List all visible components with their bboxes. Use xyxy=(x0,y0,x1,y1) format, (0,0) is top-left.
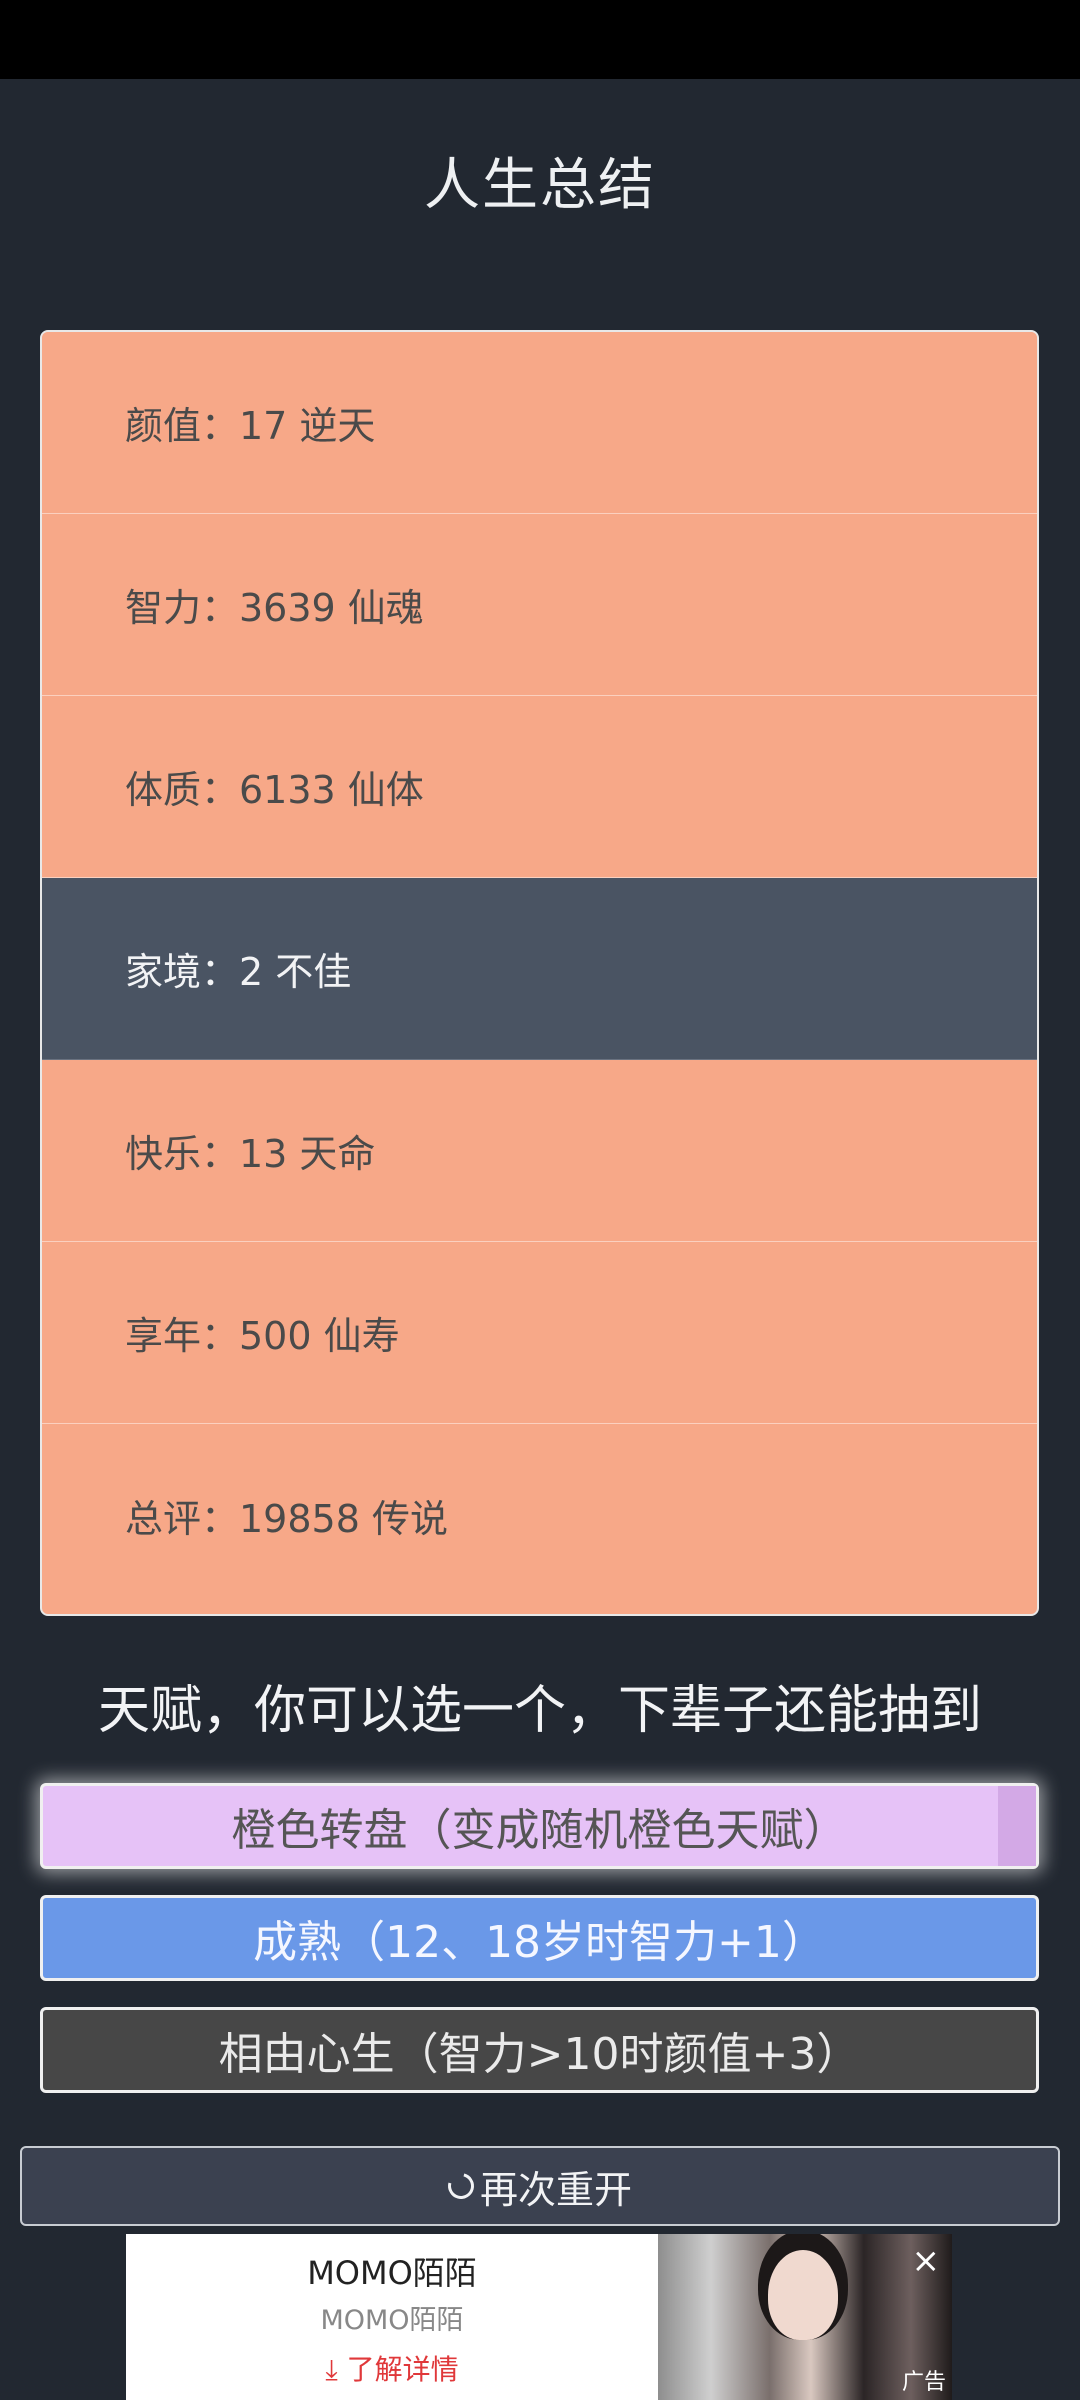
ad-label: 广告 xyxy=(901,2370,946,2395)
life-summary-table: 颜值：17 逆天 智力：3639 仙魂 体质：6133 仙体 家境：2 不佳 快… xyxy=(40,330,1039,1616)
summary-row-appearance: 颜值：17 逆天 xyxy=(42,332,1037,514)
talent-option-mature[interactable]: 成熟（12、18岁时智力+1） xyxy=(40,1895,1039,1981)
summary-row-lifespan: 享年：500 仙寿 xyxy=(42,1242,1037,1424)
ad-banner[interactable]: MOMO陌陌 MOMO陌陌 ⤓ 了解详情 × 广告 xyxy=(126,2234,952,2400)
talent-heading: 天赋，你可以选一个，下辈子还能抽到 xyxy=(97,1681,982,1741)
summary-row-happiness: 快乐：13 天命 xyxy=(42,1060,1037,1242)
close-icon[interactable]: × xyxy=(912,2244,941,2278)
ad-link-label: 了解详情 xyxy=(346,2353,459,2386)
talent-option-label: 成熟（12、18岁时智力+1） xyxy=(253,1917,826,1968)
ad-subtitle: MOMO陌陌 xyxy=(320,2305,464,2336)
talent-option-label: 橙色转盘（变成随机橙色天赋） xyxy=(231,1805,848,1856)
summary-row-overall: 总评：19858 传说 xyxy=(42,1424,1037,1606)
ad-learn-more-link[interactable]: ⤓ 了解详情 xyxy=(126,2348,658,2388)
restart-button[interactable]: 再次重开 xyxy=(20,2146,1060,2226)
talent-option-orange-wheel[interactable]: 橙色转盘（变成随机橙色天赋） xyxy=(40,1783,1039,1869)
ad-portrait xyxy=(768,2250,838,2340)
summary-row-family: 家境：2 不佳 xyxy=(42,878,1037,1060)
selection-edge xyxy=(998,1786,1036,1866)
ad-text-block: MOMO陌陌 MOMO陌陌 ⤓ 了解详情 xyxy=(126,2234,658,2400)
talent-option-label: 相由心生（智力>10时颜值+3） xyxy=(218,2029,861,2080)
page-title: 人生总结 xyxy=(424,153,656,218)
ad-image[interactable]: × 广告 xyxy=(658,2234,952,2400)
status-bar xyxy=(0,0,1080,79)
summary-row-intelligence: 智力：3639 仙魂 xyxy=(42,514,1037,696)
restart-label: 再次重开 xyxy=(479,2167,632,2212)
download-icon: ⤓ xyxy=(325,2353,338,2386)
summary-row-constitution: 体质：6133 仙体 xyxy=(42,696,1037,878)
refresh-icon xyxy=(443,2168,479,2204)
ad-title: MOMO陌陌 xyxy=(307,2254,477,2292)
talent-option-appearance-from-heart[interactable]: 相由心生（智力>10时颜值+3） xyxy=(40,2007,1039,2093)
